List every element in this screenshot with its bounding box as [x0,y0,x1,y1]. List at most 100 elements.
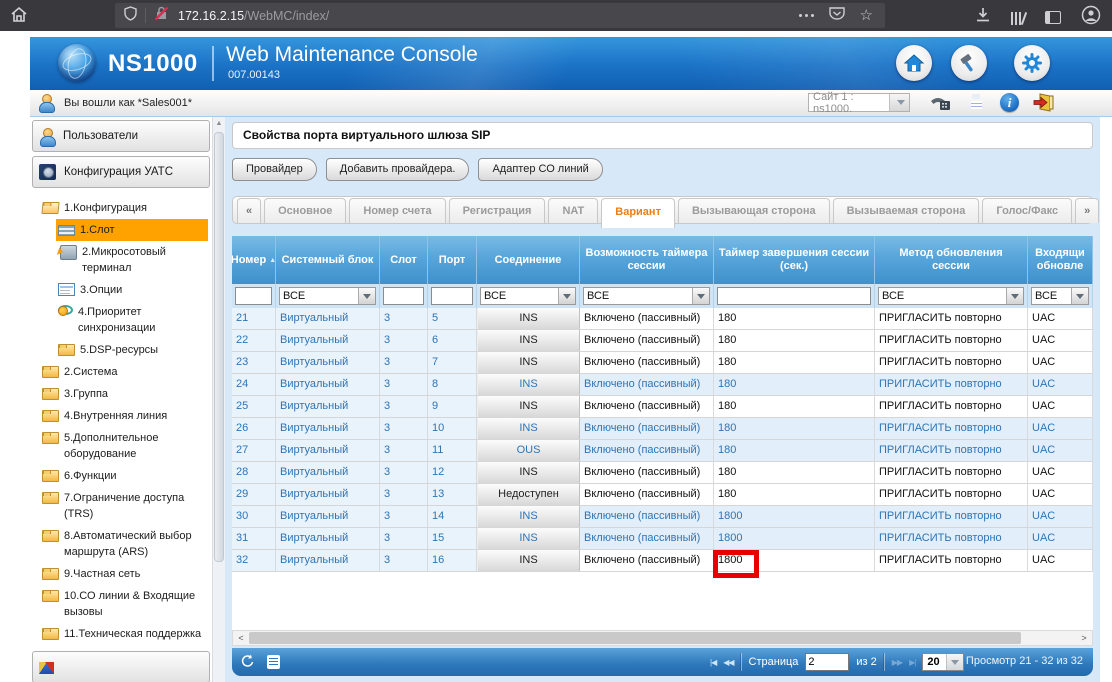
sidebar-item[interactable]: 5.DSP-ресурсы [56,339,212,361]
tab-8[interactable]: Голос/Факс [982,198,1072,223]
sidebar-item[interactable]: 4.Приоритет синхронизации [56,301,212,339]
library-icon[interactable] [1011,11,1025,25]
last-page-button[interactable]: ▶| [909,658,915,667]
home-icon[interactable] [10,6,28,28]
add-provider-button[interactable]: Добавить провайдера. [326,158,470,181]
tab-1[interactable]: Основное [264,198,346,223]
sidebar-item[interactable]: 11.Техническая поддержка [40,623,212,645]
sidebar-item[interactable]: 1.Слот [56,219,208,241]
column-header[interactable]: Метод обновления сессии [875,236,1028,284]
sidebar-item[interactable]: 2.Микросотовый терминал [56,241,212,279]
filter-input[interactable] [717,287,871,305]
tab-3[interactable]: Регистрация [449,198,546,223]
account-icon[interactable] [1081,5,1101,30]
filter-select[interactable]: ВСЕ [583,287,710,305]
table-row[interactable]: 27Виртуальный311OUSВключено (пассивный)1… [232,440,1093,462]
page-input[interactable] [805,653,849,671]
sidebar-item[interactable]: 7.Ограничение доступа (TRS) [40,487,212,525]
filter-input[interactable] [431,287,473,305]
filter-select[interactable]: ВСЕ [279,287,376,305]
column-header[interactable]: Порт [428,236,477,284]
scroll-left-icon[interactable]: < [234,631,248,645]
sidebar-section-pbx-config[interactable]: Конфигурация УАТС [32,156,210,188]
filter-input[interactable] [383,287,424,305]
sidebar-item[interactable]: 4.Внутренняя линия [40,405,212,427]
sidebar-item[interactable]: 6.Функции [40,465,212,487]
column-header[interactable]: Системный блок [276,236,380,284]
sidebar-item[interactable]: 1.Конфигурация [40,197,212,219]
column-header[interactable]: Таймер завершения сессии (сек.) [714,236,875,284]
prev-page-button[interactable]: ◀◀ [723,658,733,667]
column-header[interactable]: Входящи обновле [1028,236,1093,284]
scrollbar-thumb[interactable] [214,132,224,562]
pocket-icon[interactable] [829,6,845,26]
provider-button[interactable]: Провайдер [232,158,317,181]
scroll-up-icon[interactable]: ▲ [213,117,225,130]
info-icon[interactable]: i [1000,93,1019,112]
home-console-button[interactable] [896,45,932,81]
sidebar-item[interactable]: 2.Система [40,361,212,383]
sidebar-toggle-icon[interactable] [1045,11,1061,24]
sidebar-section-users[interactable]: Пользователи [32,120,210,152]
bookmark-star-icon[interactable]: ☆ [860,8,873,23]
sidebar-item[interactable]: 8.Автоматический выбор маршрута (ARS) [40,525,212,563]
column-header[interactable]: Возможность таймера сессии [580,236,714,284]
columns-chooser-icon[interactable] [267,655,280,669]
tab-2[interactable]: Номер счета [349,198,445,223]
table-row[interactable]: 31Виртуальный315INSВключено (пассивный)1… [232,528,1093,550]
page-actions-icon[interactable] [799,14,814,17]
table-row[interactable]: 30Виртуальный314INSВключено (пассивный)1… [232,506,1093,528]
cell-num[interactable]: 30 [232,506,276,527]
tab-0[interactable]: « [237,198,261,223]
table-row[interactable]: 29Виртуальный313НедоступенВключено (пасс… [232,484,1093,506]
cell-num[interactable]: 27 [232,440,276,461]
filter-input[interactable] [235,287,272,305]
sidebar-item[interactable]: 5.Дополнительное оборудование [40,427,212,465]
cell-num[interactable]: 24 [232,374,276,395]
filter-select[interactable]: ВСЕ [480,287,576,305]
sidebar-item[interactable]: 3.Опции [56,279,212,301]
sidebar-item[interactable]: 10.СО линии & Входящие вызовы [40,585,212,623]
sidebar-scrollbar[interactable]: ▲ [212,117,225,682]
filter-select[interactable]: ВСЕ [1031,287,1089,305]
column-header[interactable]: Слот [380,236,428,284]
sidebar-section-um[interactable] [32,651,210,682]
co-line-adapter-button[interactable]: Адаптер СО линий [478,158,602,181]
logout-icon[interactable] [1032,92,1056,116]
tools-button[interactable] [951,45,987,81]
tab-6[interactable]: Вызывающая сторона [678,198,830,223]
url-bar[interactable]: 172.16.2.15/WebMC/index/ ☆ [115,3,885,28]
scrollbar-thumb[interactable] [249,632,1021,644]
sidebar-item[interactable]: 3.Группа [40,383,212,405]
table-row[interactable]: 26Виртуальный310INSВключено (пассивный)1… [232,418,1093,440]
first-page-button[interactable]: |◀ [710,658,716,667]
next-page-button[interactable]: ▶▶ [892,658,902,667]
cell-num[interactable]: 23 [232,352,276,373]
cell-num[interactable]: 25 [232,396,276,417]
cell-num[interactable]: 29 [232,484,276,505]
reload-grid-icon[interactable] [241,654,255,671]
phone-icon[interactable] [928,92,952,116]
table-row[interactable]: 28Виртуальный312INSВключено (пассивный)1… [232,462,1093,484]
download-icon[interactable] [975,7,991,28]
tab-7[interactable]: Вызываемая сторона [833,198,980,223]
table-row[interactable]: 21Виртуальный35INSВключено (пассивный)18… [232,308,1093,330]
setup-gear-button[interactable] [1014,45,1050,81]
filter-select[interactable]: ВСЕ [878,287,1024,305]
site-select[interactable]: Сайт 1 : ns1000. [808,93,910,112]
table-row[interactable]: 24Виртуальный38INSВключено (пассивный)18… [232,374,1093,396]
cell-num[interactable]: 21 [232,308,276,329]
tab-9[interactable]: » [1075,198,1099,223]
table-row[interactable]: 32Виртуальный316INSВключено (пассивный)1… [232,550,1093,572]
table-row[interactable]: 22Виртуальный36INSВключено (пассивный)18… [232,330,1093,352]
cell-num[interactable]: 32 [232,550,276,571]
sidebar-item[interactable]: 9.Частная сеть [40,563,212,585]
scroll-right-icon[interactable]: > [1077,631,1091,645]
column-header[interactable]: Номер▲ [232,236,276,284]
cell-num[interactable]: 22 [232,330,276,351]
horizontal-scrollbar[interactable]: < > [232,630,1093,646]
cell-num[interactable]: 31 [232,528,276,549]
shield-icon[interactable] [124,6,137,26]
cell-num[interactable]: 28 [232,462,276,483]
insecure-lock-icon[interactable] [154,6,169,26]
